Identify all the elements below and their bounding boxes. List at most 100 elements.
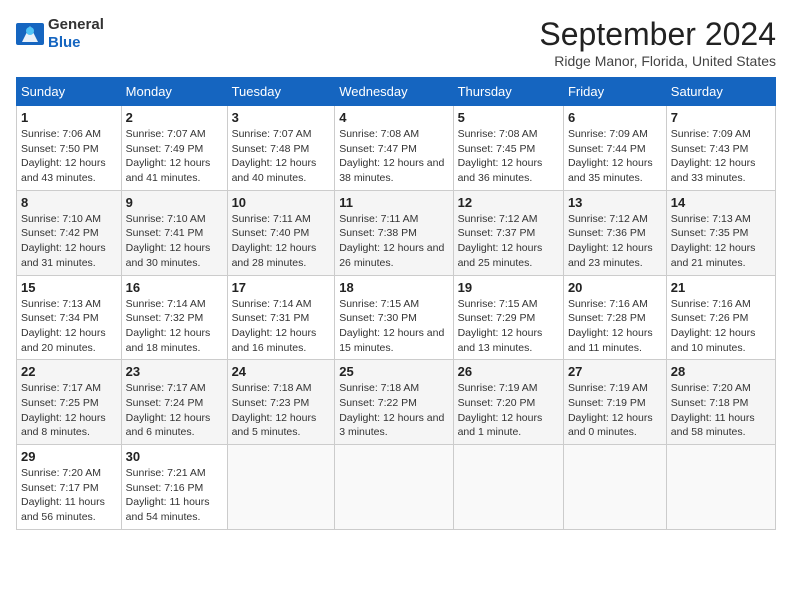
- day-info: Sunrise: 7:19 AMSunset: 7:19 PMDaylight:…: [568, 381, 662, 440]
- calendar-cell: 13 Sunrise: 7:12 AMSunset: 7:36 PMDayligh…: [563, 190, 666, 275]
- calendar-cell: [335, 445, 453, 530]
- day-info: Sunrise: 7:17 AMSunset: 7:24 PMDaylight:…: [126, 381, 223, 440]
- day-info: Sunrise: 7:13 AMSunset: 7:35 PMDaylight:…: [671, 212, 771, 271]
- day-info: Sunrise: 7:09 AMSunset: 7:43 PMDaylight:…: [671, 127, 771, 186]
- day-number: 13: [568, 195, 662, 210]
- day-number: 17: [232, 280, 331, 295]
- day-number: 15: [21, 280, 117, 295]
- day-info: Sunrise: 7:07 AMSunset: 7:48 PMDaylight:…: [232, 127, 331, 186]
- day-info: Sunrise: 7:12 AMSunset: 7:37 PMDaylight:…: [458, 212, 559, 271]
- calendar-cell: 23Sunrise: 7:17 AMSunset: 7:24 PMDayligh…: [121, 360, 227, 445]
- title-area: September 2024 Ridge Manor, Florida, Uni…: [539, 16, 776, 69]
- calendar-cell: 22Sunrise: 7:17 AMSunset: 7:25 PMDayligh…: [17, 360, 122, 445]
- logo-text-general: General: [48, 16, 104, 33]
- day-number: 24: [232, 364, 331, 379]
- day-number: 2: [126, 110, 223, 125]
- day-number: 16: [126, 280, 223, 295]
- calendar-cell: 14 Sunrise: 7:13 AMSunset: 7:35 PMDayligh…: [666, 190, 775, 275]
- calendar-cell: 8 Sunrise: 7:10 AMSunset: 7:42 PMDaylight…: [17, 190, 122, 275]
- day-number: 22: [21, 364, 117, 379]
- calendar-cell: 27 Sunrise: 7:19 AMSunset: 7:19 PMDayligh…: [563, 360, 666, 445]
- day-number: 21: [671, 280, 771, 295]
- logo-text-blue: Blue: [48, 34, 81, 51]
- day-number: 4: [339, 110, 448, 125]
- day-number: 18: [339, 280, 448, 295]
- day-info: Sunrise: 7:11 AMSunset: 7:38 PMDaylight:…: [339, 212, 448, 271]
- calendar-cell: 20Sunrise: 7:16 AMSunset: 7:28 PMDayligh…: [563, 275, 666, 360]
- day-number: 5: [458, 110, 559, 125]
- day-info: Sunrise: 7:07 AMSunset: 7:49 PMDaylight:…: [126, 127, 223, 186]
- page-header: General Blue September 2024 Ridge Manor,…: [16, 16, 776, 69]
- day-number: 8: [21, 195, 117, 210]
- day-info: Sunrise: 7:08 AMSunset: 7:47 PMDaylight:…: [339, 127, 448, 186]
- calendar-cell: 24 Sunrise: 7:18 AMSunset: 7:23 PMDayligh…: [227, 360, 335, 445]
- day-number: 20: [568, 280, 662, 295]
- day-info: Sunrise: 7:10 AMSunset: 7:42 PMDaylight:…: [21, 212, 117, 271]
- day-info: Sunrise: 7:14 AMSunset: 7:32 PMDaylight:…: [126, 297, 223, 356]
- day-info: Sunrise: 7:09 AMSunset: 7:44 PMDaylight:…: [568, 127, 662, 186]
- subtitle: Ridge Manor, Florida, United States: [539, 53, 776, 69]
- day-number: 19: [458, 280, 559, 295]
- day-number: 6: [568, 110, 662, 125]
- col-tuesday: Tuesday: [227, 78, 335, 106]
- day-info: Sunrise: 7:16 AMSunset: 7:26 PMDaylight:…: [671, 297, 771, 356]
- logo: General Blue: [16, 16, 104, 52]
- main-title: September 2024: [539, 16, 776, 53]
- day-number: 11: [339, 195, 448, 210]
- calendar-cell: 26 Sunrise: 7:19 AMSunset: 7:20 PMDayligh…: [453, 360, 563, 445]
- day-info: Sunrise: 7:12 AMSunset: 7:36 PMDaylight:…: [568, 212, 662, 271]
- day-number: 7: [671, 110, 771, 125]
- calendar-cell: [453, 445, 563, 530]
- header-row: Sunday Monday Tuesday Wednesday Thursday…: [17, 78, 776, 106]
- calendar-cell: 18 Sunrise: 7:15 AMSunset: 7:30 PMDayligh…: [335, 275, 453, 360]
- day-number: 25: [339, 364, 448, 379]
- calendar-cell: 17 Sunrise: 7:14 AMSunset: 7:31 PMDayligh…: [227, 275, 335, 360]
- day-number: 29: [21, 449, 117, 464]
- calendar-cell: 9Sunrise: 7:10 AMSunset: 7:41 PMDaylight…: [121, 190, 227, 275]
- calendar-week-5: 29 Sunrise: 7:20 AMSunset: 7:17 PMDayligh…: [17, 445, 776, 530]
- day-number: 10: [232, 195, 331, 210]
- calendar-cell: 4 Sunrise: 7:08 AMSunset: 7:47 PMDaylight…: [335, 106, 453, 191]
- calendar-cell: 3 Sunrise: 7:07 AMSunset: 7:48 PMDaylight…: [227, 106, 335, 191]
- day-info: Sunrise: 7:14 AMSunset: 7:31 PMDaylight:…: [232, 297, 331, 356]
- col-sunday: Sunday: [17, 78, 122, 106]
- calendar-cell: 19Sunrise: 7:15 AMSunset: 7:29 PMDayligh…: [453, 275, 563, 360]
- col-friday: Friday: [563, 78, 666, 106]
- calendar-cell: 2 Sunrise: 7:07 AMSunset: 7:49 PMDaylight…: [121, 106, 227, 191]
- day-number: 26: [458, 364, 559, 379]
- col-thursday: Thursday: [453, 78, 563, 106]
- day-info: Sunrise: 7:20 AMSunset: 7:17 PMDaylight:…: [21, 466, 117, 525]
- calendar-cell: 16 Sunrise: 7:14 AMSunset: 7:32 PMDayligh…: [121, 275, 227, 360]
- calendar-cell: 25 Sunrise: 7:18 AMSunset: 7:22 PMDayligh…: [335, 360, 453, 445]
- day-number: 27: [568, 364, 662, 379]
- col-saturday: Saturday: [666, 78, 775, 106]
- day-info: Sunrise: 7:20 AMSunset: 7:18 PMDaylight:…: [671, 381, 771, 440]
- calendar-week-4: 22Sunrise: 7:17 AMSunset: 7:25 PMDayligh…: [17, 360, 776, 445]
- day-info: Sunrise: 7:06 AMSunset: 7:50 PMDaylight:…: [21, 127, 117, 186]
- day-info: Sunrise: 7:21 AMSunset: 7:16 PMDaylight:…: [126, 466, 223, 525]
- day-number: 9: [126, 195, 223, 210]
- calendar-cell: 30Sunrise: 7:21 AMSunset: 7:16 PMDayligh…: [121, 445, 227, 530]
- calendar-cell: 28 Sunrise: 7:20 AMSunset: 7:18 PMDayligh…: [666, 360, 775, 445]
- calendar-cell: [666, 445, 775, 530]
- day-info: Sunrise: 7:18 AMSunset: 7:23 PMDaylight:…: [232, 381, 331, 440]
- calendar-week-1: 1Sunrise: 7:06 AMSunset: 7:50 PMDaylight…: [17, 106, 776, 191]
- calendar-cell: 6 Sunrise: 7:09 AMSunset: 7:44 PMDaylight…: [563, 106, 666, 191]
- day-info: Sunrise: 7:15 AMSunset: 7:30 PMDaylight:…: [339, 297, 448, 356]
- day-info: Sunrise: 7:19 AMSunset: 7:20 PMDaylight:…: [458, 381, 559, 440]
- day-number: 14: [671, 195, 771, 210]
- day-number: 28: [671, 364, 771, 379]
- calendar-cell: 15 Sunrise: 7:13 AMSunset: 7:34 PMDayligh…: [17, 275, 122, 360]
- col-monday: Monday: [121, 78, 227, 106]
- day-info: Sunrise: 7:18 AMSunset: 7:22 PMDaylight:…: [339, 381, 448, 440]
- calendar-cell: [227, 445, 335, 530]
- day-number: 3: [232, 110, 331, 125]
- calendar-cell: 21 Sunrise: 7:16 AMSunset: 7:26 PMDayligh…: [666, 275, 775, 360]
- calendar-cell: 11 Sunrise: 7:11 AMSunset: 7:38 PMDayligh…: [335, 190, 453, 275]
- calendar-week-3: 15 Sunrise: 7:13 AMSunset: 7:34 PMDayligh…: [17, 275, 776, 360]
- calendar-cell: 12 Sunrise: 7:12 AMSunset: 7:37 PMDayligh…: [453, 190, 563, 275]
- day-info: Sunrise: 7:13 AMSunset: 7:34 PMDaylight:…: [21, 297, 117, 356]
- calendar-cell: 29 Sunrise: 7:20 AMSunset: 7:17 PMDayligh…: [17, 445, 122, 530]
- calendar-cell: 5Sunrise: 7:08 AMSunset: 7:45 PMDaylight…: [453, 106, 563, 191]
- day-number: 12: [458, 195, 559, 210]
